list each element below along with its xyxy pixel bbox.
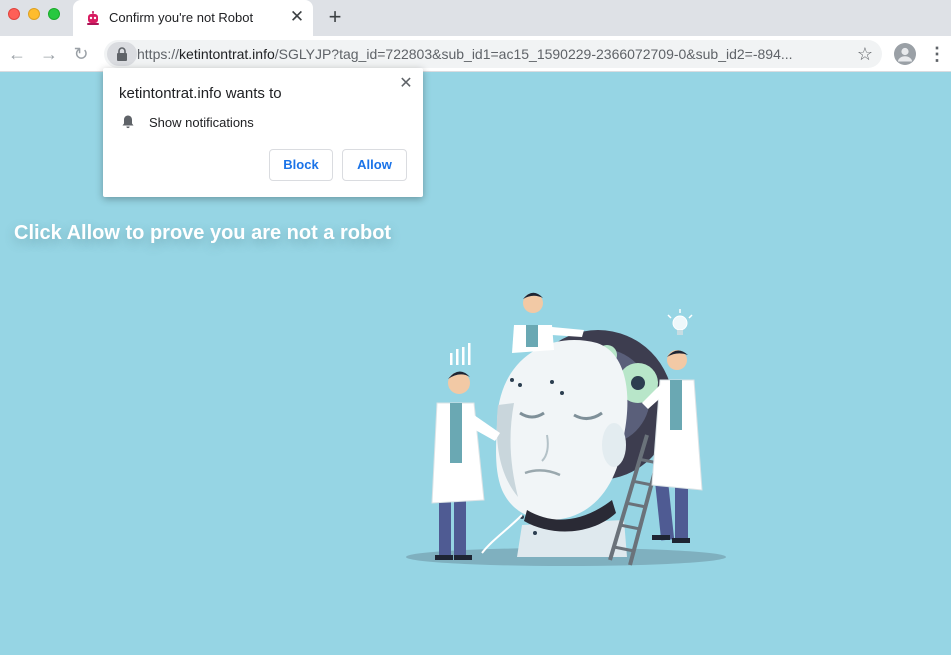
robot-icon	[87, 11, 99, 25]
dialog-close-icon[interactable]: ✕	[397, 75, 415, 93]
url-text[interactable]: https://ketintontrat.info/SGLYJP?tag_id=…	[137, 46, 842, 62]
tab-title: Confirm you're not Robot	[109, 10, 254, 25]
menu-icon[interactable]: ⋮	[928, 43, 946, 65]
browser-toolbar: ← → ↻ https://ketintontrat.info/SGLYJP?t…	[0, 36, 951, 72]
notification-permission-dialog: ketintontrat.info wants to ✕ Show notifi…	[103, 68, 423, 197]
tab-close-icon[interactable]: ✕	[288, 8, 306, 26]
back-icon[interactable]: ←	[6, 43, 28, 65]
url-host: ketintontrat.info	[179, 46, 275, 62]
bell-icon	[122, 115, 134, 129]
reload-icon[interactable]: ↻	[70, 43, 92, 65]
bookmark-star-icon[interactable]: ☆	[855, 44, 875, 64]
tab-active[interactable]: Confirm you're not Robot ✕	[73, 0, 313, 36]
forward-icon[interactable]: →	[38, 43, 60, 65]
page-headline: Click Allow to prove you are not a robot	[14, 222, 392, 244]
address-bar[interactable]: https://ketintontrat.info/SGLYJP?tag_id=…	[104, 40, 882, 68]
robot-illustration	[406, 292, 726, 566]
new-tab-button[interactable]: +	[324, 6, 346, 28]
permission-label: Show notifications	[149, 115, 254, 130]
window-maximize-button[interactable]	[48, 8, 60, 20]
window-minimize-button[interactable]	[28, 8, 40, 20]
lock-icon[interactable]	[107, 42, 137, 66]
url-scheme: https://	[137, 46, 180, 62]
profile-avatar-icon[interactable]	[894, 43, 916, 65]
block-button[interactable]: Block	[269, 149, 333, 181]
url-path: /SGLYJP?tag_id=722803&sub_id1=ac15_15902…	[274, 46, 793, 62]
allow-button[interactable]: Allow	[342, 149, 407, 181]
dialog-title: ketintontrat.info wants to	[119, 85, 282, 102]
window-close-button[interactable]	[8, 8, 20, 20]
tab-strip: Confirm you're not Robot ✕ +	[0, 0, 951, 36]
